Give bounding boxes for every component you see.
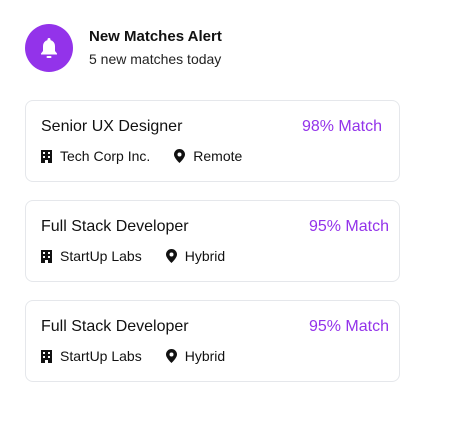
- job-location: Hybrid: [184, 348, 226, 364]
- company-name: StartUp Labs: [60, 348, 142, 364]
- match-score: 95% Match: [308, 318, 389, 335]
- location-pin-icon: [165, 249, 177, 263]
- match-score: 95% Match: [308, 218, 389, 235]
- company-name: StartUp Labs: [60, 248, 142, 264]
- building-icon: [41, 249, 52, 263]
- building-icon: [41, 149, 52, 163]
- job-card[interactable]: Senior UX Designer 98% Match Tech Corp I…: [25, 100, 400, 182]
- alert-avatar: [25, 24, 73, 72]
- job-title: Senior UX Designer: [41, 118, 183, 135]
- location-pin-icon: [174, 149, 186, 163]
- job-card[interactable]: Full Stack Developer 95% Match StartUp L…: [25, 200, 400, 282]
- alert-subtitle: 5 new matches today: [89, 51, 222, 67]
- location-pin-icon: [165, 349, 177, 363]
- building-icon: [41, 349, 52, 363]
- match-score: 98% Match: [301, 118, 382, 135]
- job-card[interactable]: Full Stack Developer 95% Match StartUp L…: [25, 300, 400, 382]
- job-location: Hybrid: [184, 248, 226, 264]
- alert-title: New Matches Alert: [89, 28, 222, 45]
- job-title: Full Stack Developer: [41, 318, 189, 335]
- bell-icon: [41, 38, 57, 58]
- job-location: Remote: [193, 148, 243, 164]
- job-title: Full Stack Developer: [41, 218, 189, 235]
- company-name: Tech Corp Inc.: [60, 148, 151, 164]
